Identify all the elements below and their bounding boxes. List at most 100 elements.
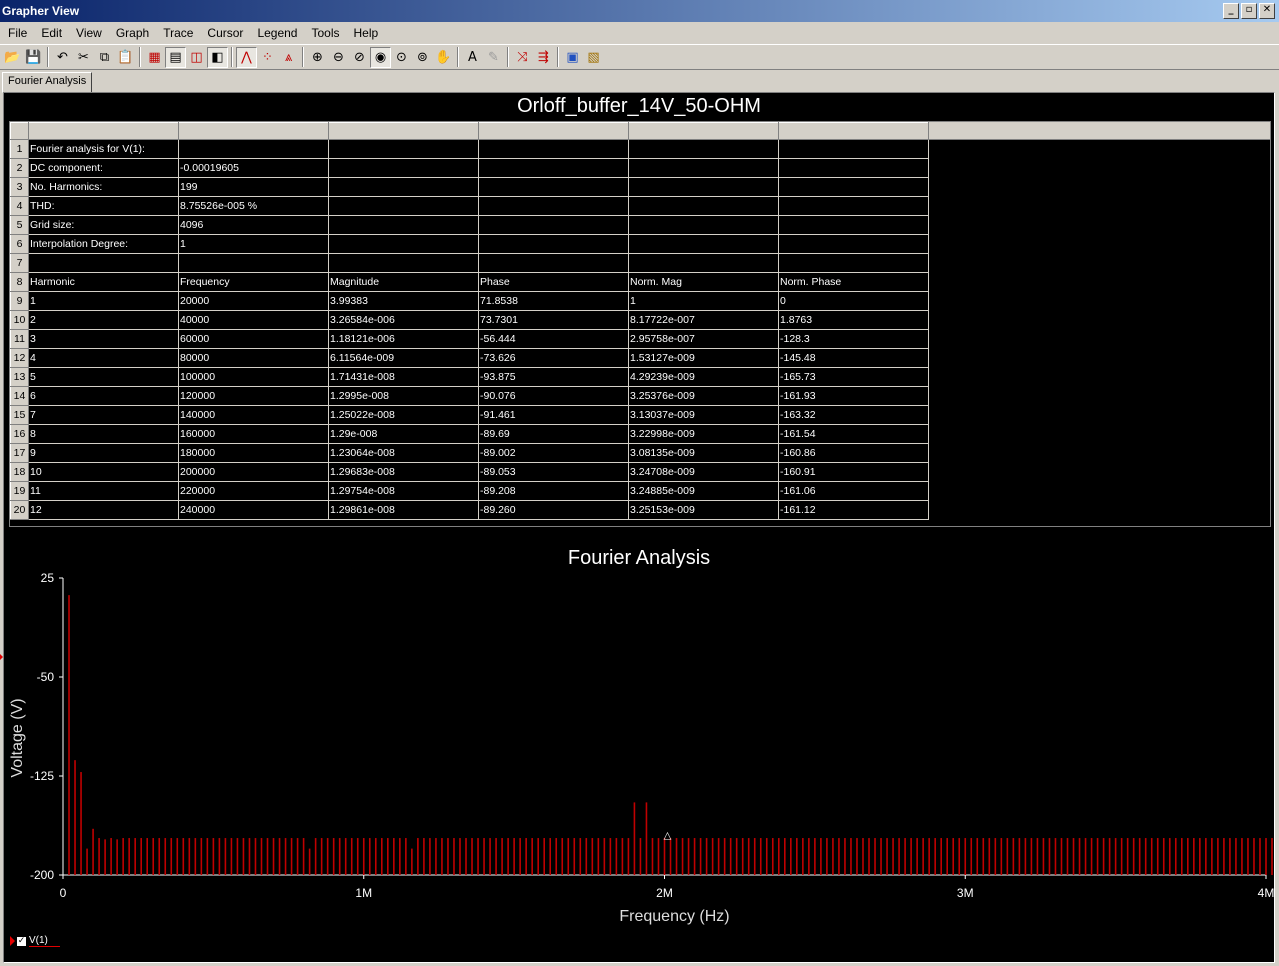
table-cell[interactable]: -89.69 bbox=[478, 424, 629, 444]
table-cell[interactable]: 1.29861e-008 bbox=[328, 500, 479, 520]
table-cell[interactable] bbox=[328, 215, 479, 235]
zoom-full-icon[interactable]: ◉ bbox=[370, 46, 391, 68]
table-cell[interactable] bbox=[628, 215, 779, 235]
table-cell[interactable]: 4.29239e-009 bbox=[628, 367, 779, 387]
table-cell[interactable]: THD: bbox=[28, 196, 179, 216]
table-cell[interactable]: Norm. Phase bbox=[778, 272, 929, 292]
table-cell[interactable] bbox=[478, 215, 629, 235]
menu-tools[interactable]: Tools bbox=[304, 26, 346, 40]
table-cell[interactable]: 220000 bbox=[178, 481, 329, 501]
table-cell[interactable]: 199 bbox=[178, 177, 329, 197]
table-cell[interactable] bbox=[328, 196, 479, 216]
table-cell[interactable]: 3.25153e-009 bbox=[628, 500, 779, 520]
table-cell[interactable]: -161.93 bbox=[778, 386, 929, 406]
table-cell[interactable]: 1.25022e-008 bbox=[328, 405, 479, 425]
table-cell[interactable] bbox=[328, 234, 479, 254]
table-cell[interactable]: 1.53127e-009 bbox=[628, 348, 779, 368]
table-cell[interactable]: 4096 bbox=[178, 215, 329, 235]
row-header[interactable]: 16 bbox=[10, 424, 29, 444]
table-cell[interactable]: 1.71431e-008 bbox=[328, 367, 479, 387]
line-point-trace-icon[interactable]: ⩓ bbox=[278, 47, 299, 68]
menu-view[interactable]: View bbox=[69, 26, 109, 40]
table-cell[interactable]: 9 bbox=[28, 443, 179, 463]
table-cell[interactable]: 11 bbox=[28, 481, 179, 501]
table-cell[interactable]: 4 bbox=[28, 348, 179, 368]
table-cell[interactable]: -160.91 bbox=[778, 462, 929, 482]
table-cell[interactable]: No. Harmonics: bbox=[28, 177, 179, 197]
zoom-in-icon[interactable]: ⊕ bbox=[307, 47, 328, 68]
table-cell[interactable]: 3.24885e-009 bbox=[628, 481, 779, 501]
table-cell[interactable]: -91.461 bbox=[478, 405, 629, 425]
table-cell[interactable] bbox=[628, 158, 779, 178]
table-cell[interactable]: 1.29683e-008 bbox=[328, 462, 479, 482]
table-cell[interactable]: 73.7301 bbox=[478, 310, 629, 330]
row-header[interactable]: 20 bbox=[10, 500, 29, 520]
table-cell[interactable]: Frequency bbox=[178, 272, 329, 292]
table-cell[interactable]: Interpolation Degree: bbox=[28, 234, 179, 254]
cursor-marker-icon[interactable]: △ bbox=[664, 831, 672, 842]
table-cell[interactable]: -90.076 bbox=[478, 386, 629, 406]
corner-cell[interactable] bbox=[10, 122, 29, 140]
table-cell[interactable]: 12 bbox=[28, 500, 179, 520]
table-cell[interactable]: 140000 bbox=[178, 405, 329, 425]
table-cell[interactable] bbox=[778, 196, 929, 216]
table-cell[interactable]: 1.29e-008 bbox=[328, 424, 479, 444]
table-cell[interactable] bbox=[778, 234, 929, 254]
row-header[interactable]: 7 bbox=[10, 253, 29, 273]
point-trace-icon[interactable]: ⁘ bbox=[257, 47, 278, 68]
undo-icon[interactable]: ↶ bbox=[52, 47, 73, 68]
table-cell[interactable]: 240000 bbox=[178, 500, 329, 520]
save-icon[interactable]: 💾 bbox=[23, 47, 44, 68]
menu-trace[interactable]: Trace bbox=[156, 26, 200, 40]
table-cell[interactable] bbox=[478, 139, 629, 159]
table-cell[interactable] bbox=[328, 139, 479, 159]
table-cell[interactable]: -161.54 bbox=[778, 424, 929, 444]
table-cell[interactable]: 1.29754e-008 bbox=[328, 481, 479, 501]
table-cell[interactable]: -89.002 bbox=[478, 443, 629, 463]
copy-icon[interactable]: ⧉ bbox=[94, 47, 115, 68]
restore-button[interactable]: ▫ bbox=[1241, 3, 1257, 19]
table-cell[interactable]: -128.3 bbox=[778, 329, 929, 349]
table-cell[interactable]: 1 bbox=[628, 291, 779, 311]
table-cell[interactable]: 8.17722e-007 bbox=[628, 310, 779, 330]
table-cell[interactable] bbox=[178, 139, 329, 159]
column-header[interactable] bbox=[628, 122, 779, 140]
table-cell[interactable]: 2 bbox=[28, 310, 179, 330]
line-trace-icon[interactable]: ⋀ bbox=[236, 46, 257, 68]
row-header[interactable]: 5 bbox=[10, 215, 29, 235]
table-cell[interactable] bbox=[628, 234, 779, 254]
row-header[interactable]: 15 bbox=[10, 405, 29, 425]
row-header[interactable]: 13 bbox=[10, 367, 29, 387]
menu-edit[interactable]: Edit bbox=[34, 26, 69, 40]
table-cell[interactable]: -161.06 bbox=[778, 481, 929, 501]
column-header[interactable] bbox=[478, 122, 629, 140]
table-cell[interactable] bbox=[328, 177, 479, 197]
cursor-trace-icon[interactable]: ⤨ bbox=[512, 47, 533, 68]
table-cell[interactable]: Magnitude bbox=[328, 272, 479, 292]
table-cell[interactable] bbox=[778, 253, 929, 273]
row-header[interactable]: 8 bbox=[10, 272, 29, 292]
table-cell[interactable]: 1.8763 bbox=[778, 310, 929, 330]
table-cell[interactable]: -145.48 bbox=[778, 348, 929, 368]
row-header[interactable]: 14 bbox=[10, 386, 29, 406]
row-header[interactable]: 9 bbox=[10, 291, 29, 311]
table-cell[interactable] bbox=[778, 215, 929, 235]
table-cell[interactable]: 3.24708e-009 bbox=[628, 462, 779, 482]
table-cell[interactable]: 8 bbox=[28, 424, 179, 444]
window-title-bar[interactable]: Grapher View _ ▫ ✕ bbox=[0, 0, 1279, 22]
overlay-icon[interactable]: ◧ bbox=[207, 46, 228, 68]
minimize-button[interactable]: _ bbox=[1223, 3, 1239, 19]
table-cell[interactable]: 40000 bbox=[178, 310, 329, 330]
column-header[interactable] bbox=[328, 122, 479, 140]
column-header[interactable] bbox=[778, 122, 929, 140]
column-header[interactable] bbox=[28, 122, 179, 140]
row-header[interactable]: 11 bbox=[10, 329, 29, 349]
table-cell[interactable]: 10 bbox=[28, 462, 179, 482]
table-cell[interactable]: 80000 bbox=[178, 348, 329, 368]
table-cell[interactable]: 6 bbox=[28, 386, 179, 406]
table-cell[interactable]: -89.208 bbox=[478, 481, 629, 501]
row-header[interactable]: 3 bbox=[10, 177, 29, 197]
open-icon[interactable]: 📂 bbox=[2, 47, 23, 68]
row-header[interactable]: 12 bbox=[10, 348, 29, 368]
text-icon[interactable]: A bbox=[462, 47, 483, 68]
